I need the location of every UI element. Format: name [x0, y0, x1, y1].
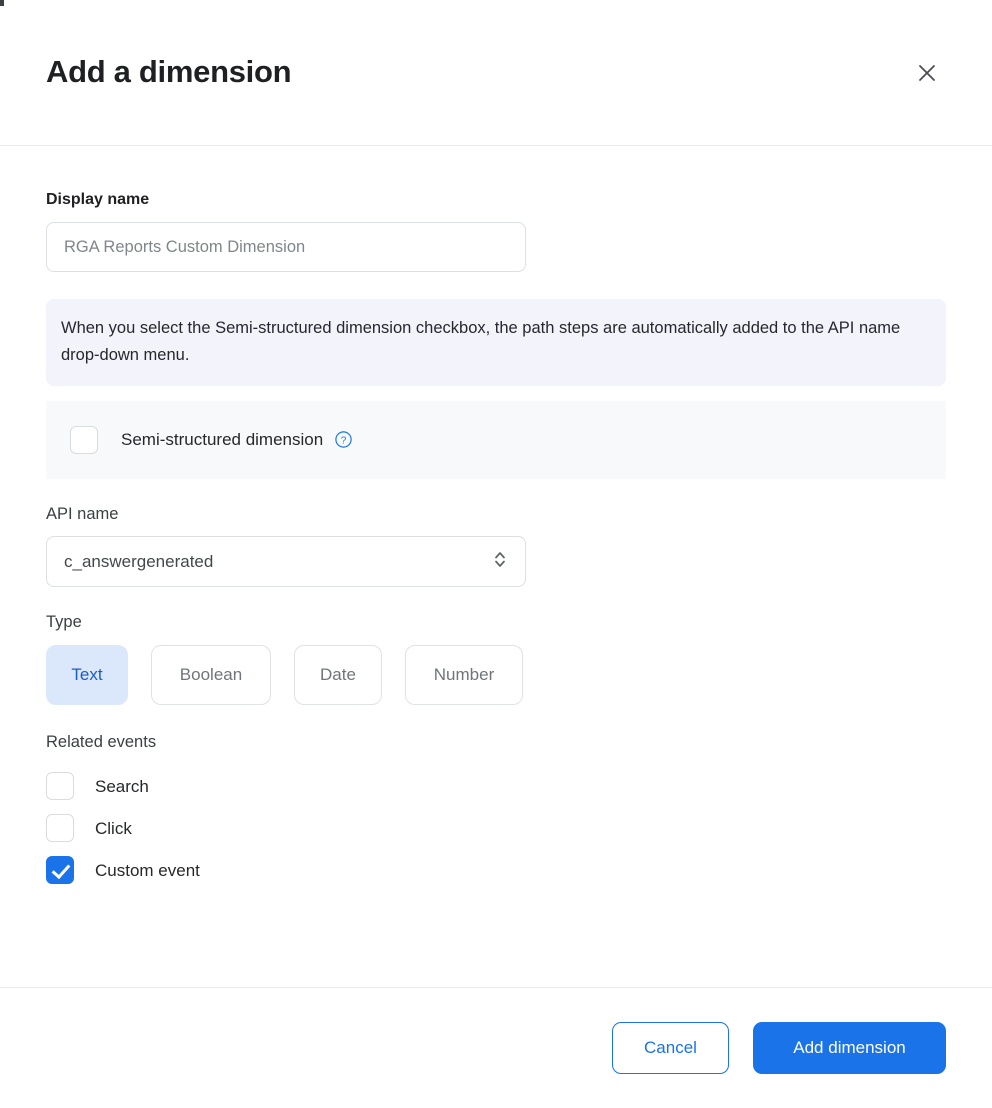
page-title: Add a dimension — [46, 54, 292, 90]
related-event-label-search: Search — [95, 776, 149, 796]
related-event-checkbox-search[interactable] — [46, 772, 74, 801]
related-events-label: Related events — [46, 733, 157, 752]
type-option-boolean[interactable]: Boolean — [151, 645, 271, 706]
display-name-input[interactable] — [46, 222, 526, 273]
related-event-label-click: Click — [95, 818, 132, 838]
dialog-body: Display name When you select the Semi-st… — [0, 146, 992, 987]
semi-structured-dimension-row[interactable]: Semi-structured dimension ? — [46, 400, 946, 479]
dialog-footer: Cancel Add dimension — [0, 987, 992, 1108]
semi-structured-dimension-checkbox[interactable] — [70, 425, 98, 454]
type-field-group: Type Text Boolean Date Number — [46, 613, 946, 706]
semi-structured-dimension-label: Semi-structured dimension — [121, 430, 324, 450]
type-option-date[interactable]: Date — [294, 645, 382, 706]
related-event-label-custom-event: Custom event — [95, 860, 200, 880]
api-name-field-group: API name c_answergenerated — [46, 505, 946, 588]
display-name-field-group: Display name — [46, 190, 946, 273]
add-dimension-dialog: Add a dimension Display name When you se… — [0, 0, 992, 1108]
help-circle-icon[interactable]: ? — [335, 431, 352, 448]
type-option-text[interactable]: Text — [46, 645, 128, 706]
api-name-select-wrap: c_answergenerated — [46, 536, 526, 588]
add-dimension-button[interactable]: Add dimension — [753, 1022, 946, 1074]
dialog-header: Add a dimension — [0, 0, 992, 146]
related-events-group: Related events Search Click Custom event — [46, 733, 946, 891]
display-name-label: Display name — [46, 191, 150, 208]
window-corner-marker — [0, 0, 4, 6]
related-event-checkbox-click[interactable] — [46, 814, 74, 843]
api-name-select[interactable]: c_answergenerated — [46, 536, 526, 588]
api-name-selected-value: c_answergenerated — [64, 551, 214, 571]
type-label: Type — [46, 613, 82, 632]
close-icon — [918, 64, 936, 82]
related-event-row-search[interactable]: Search — [46, 765, 946, 807]
close-button[interactable] — [910, 56, 944, 90]
related-event-row-custom-event[interactable]: Custom event — [46, 849, 946, 891]
related-event-checkbox-custom-event[interactable] — [46, 856, 74, 885]
related-event-row-click[interactable]: Click — [46, 807, 946, 849]
cancel-button[interactable]: Cancel — [612, 1022, 729, 1074]
api-name-label: API name — [46, 504, 119, 523]
svg-text:?: ? — [341, 435, 347, 446]
type-option-number[interactable]: Number — [405, 645, 523, 706]
info-banner: When you select the Semi-structured dime… — [46, 299, 946, 386]
type-option-group: Text Boolean Date Number — [46, 645, 946, 706]
